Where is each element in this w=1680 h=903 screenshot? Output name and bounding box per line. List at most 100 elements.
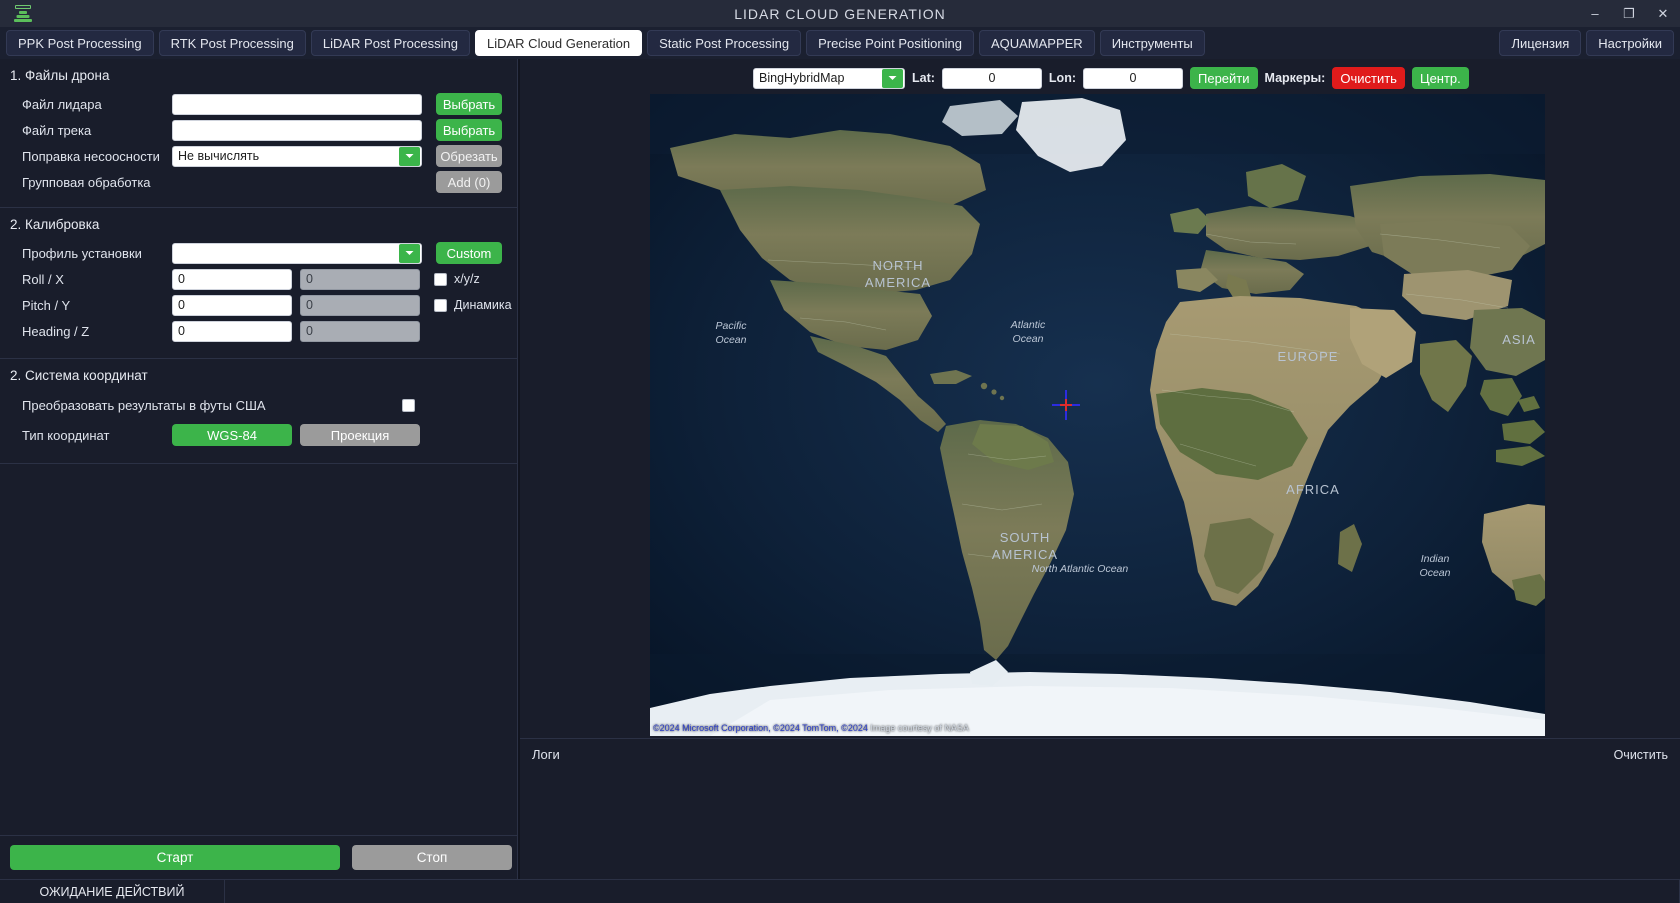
custom-profile-button[interactable]: Custom [436,242,502,264]
roll-x-readonly [300,268,420,290]
map-label-asia: ASIA [1502,332,1536,347]
window-title: LIDAR CLOUD GENERATION [734,5,946,22]
install-profile-label: Профиль установки [22,245,142,261]
application-window: LIDAR CLOUD GENERATION – ❐ ✕ PPK Post Pr… [0,0,1680,903]
lidar-logo-icon [8,3,38,25]
panel-action-buttons: Старт Стоп [0,835,518,879]
tab-precise-point-positioning[interactable]: Precise Point Positioning [806,30,974,56]
lidar-file-input[interactable] [172,93,422,115]
us-feet-label: Преобразовать результаты в футы США [22,397,266,413]
row-coord-type: Тип координат WGS-84 Проекция [0,419,517,451]
coord-type-wgs84-button[interactable]: WGS-84 [172,424,292,446]
tab-instruments[interactable]: Инструменты [1099,30,1205,56]
coord-type-segmented-control: WGS-84 Проекция [172,424,420,446]
map-provider-select-value: BingHybridMap [759,71,845,85]
trim-button[interactable]: Обрезать [436,145,502,167]
map-label-pacific: Pacific [716,320,748,332]
checkbox-dynamics[interactable]: Динамика [434,298,512,312]
chevron-down-icon[interactable] [882,68,903,88]
roll-x-label: Roll / X [22,271,64,287]
tab-license[interactable]: Лицензия [1499,30,1582,56]
coord-type-projection-button[interactable]: Проекция [300,424,420,446]
row-track-file: Файл трека Выбрать [0,117,517,143]
map-label-south: SOUTH [1000,530,1051,545]
pitch-y-label: Pitch / Y [22,297,71,313]
tab-lidar-cloud-generation[interactable]: LiDAR Cloud Generation [475,30,643,56]
center-map-button[interactable]: Центр. [1411,67,1469,89]
clear-markers-button[interactable]: Очистить [1332,67,1405,89]
logs-clear-button[interactable]: Очистить [1614,748,1668,762]
tab-static-post-processing[interactable]: Static Post Processing [647,30,802,56]
section-coordinate-system-title: 2. Система координат [10,368,148,383]
batch-processing-label: Групповая обработка [22,174,151,190]
heading-z-label: Heading / Z [22,323,90,339]
row-batch-processing: Групповая обработка Add (0) [0,169,517,195]
checkbox-dynamics-label: Динамика [454,298,512,312]
map-label-north-atlantic-ocean: North Atlantic Ocean [1032,563,1129,575]
goto-button[interactable]: Перейти [1190,67,1258,89]
map-canvas[interactable]: NORTH AMERICA SOUTH AMERICA EUROPE ASIA … [650,94,1545,736]
row-install-profile: Профиль установки Custom [0,240,517,266]
status-badge: ОЖИДАНИЕ ДЕЙСТВИЙ [0,879,225,903]
lidar-file-browse-button[interactable]: Выбрать [436,93,502,115]
chevron-down-icon[interactable] [399,146,420,166]
map-attribution-link[interactable]: ©2024 Microsoft Corporation, ©2024 TomTo… [653,723,868,733]
boresight-select[interactable]: Не вычислять [172,145,422,167]
boresight-label: Поправка несоосности [22,148,160,164]
status-bar: ОЖИДАНИЕ ДЕЙСТВИЙ [0,879,1680,903]
row-boresight: Поправка несоосности Не вычислять Обреза… [0,143,517,169]
checkbox-xyz[interactable]: x/y/z [434,272,480,286]
add-batch-button[interactable]: Add (0) [436,171,502,193]
boresight-select-value: Не вычислять [178,149,260,163]
track-file-input[interactable] [172,119,422,141]
tab-rtk-post-processing[interactable]: RTK Post Processing [158,30,306,56]
row-roll-x: Roll / X x/y/z [0,266,517,292]
map-label-america-s: AMERICA [992,547,1058,562]
map-attribution-text: Image courtesy of NASA [870,723,969,733]
checkbox-us-feet[interactable] [402,398,415,412]
map-attribution: ©2024 Microsoft Corporation, ©2024 TomTo… [653,723,969,733]
lat-input[interactable] [941,67,1042,89]
map-label-africa: AFRICA [1286,482,1340,497]
stop-button[interactable]: Стоп [352,845,512,870]
tab-lidar-post-processing[interactable]: LiDAR Post Processing [310,30,470,56]
close-button[interactable]: ✕ [1646,0,1680,27]
section-calibration-title: 2. Калибровка [10,217,100,232]
lon-input[interactable] [1083,67,1183,89]
status-secondary [225,879,1680,903]
row-heading-z: Heading / Z [0,318,517,344]
maximize-button[interactable]: ❐ [1612,0,1646,27]
window-controls: – ❐ ✕ [1578,0,1680,27]
row-pitch-y: Pitch / Y Динамика [0,292,517,318]
row-lidar-file: Файл лидара Выбрать [0,91,517,117]
install-profile-select[interactable] [172,242,422,264]
map-label-pacific-ocean: Ocean [716,334,747,346]
tab-settings[interactable]: Настройки [1586,30,1674,56]
minimize-button[interactable]: – [1578,0,1612,27]
checkbox-xyz-box[interactable] [434,272,447,286]
section-calibration: 2. Калибровка Профиль установки Custom R… [0,208,517,359]
heading-z-input[interactable] [172,320,292,342]
map-view[interactable]: NORTH AMERICA SOUTH AMERICA EUROPE ASIA … [650,94,1545,736]
pitch-y-readonly [300,294,420,316]
tab-aquamapper[interactable]: AQUAMAPPER [978,30,1095,56]
logs-body[interactable] [520,762,1680,774]
map-label-europe: EUROPE [1278,349,1339,364]
chevron-down-icon[interactable] [399,243,420,263]
heading-z-readonly [300,320,420,342]
map-label-indian-ocean: Ocean [1420,567,1451,579]
logs-title: Логи [532,747,560,762]
checkbox-dynamics-box[interactable] [434,298,447,312]
track-file-label: Файл трека [22,122,92,138]
track-file-browse-button[interactable]: Выбрать [436,119,502,141]
start-button[interactable]: Старт [10,845,340,870]
tab-ppk-post-processing[interactable]: PPK Post Processing [6,30,154,56]
map-label-america-n: AMERICA [865,275,931,290]
coord-type-label: Тип координат [22,427,110,443]
map-label-indian: Indian [1421,553,1450,565]
section-drone-files: 1. Файлы дрона Файл лидара Выбрать Файл … [0,59,517,208]
roll-x-input[interactable] [172,268,292,290]
lon-label: Lon: [1048,71,1076,85]
pitch-y-input[interactable] [172,294,292,316]
map-provider-select[interactable]: BingHybridMap [753,67,905,89]
